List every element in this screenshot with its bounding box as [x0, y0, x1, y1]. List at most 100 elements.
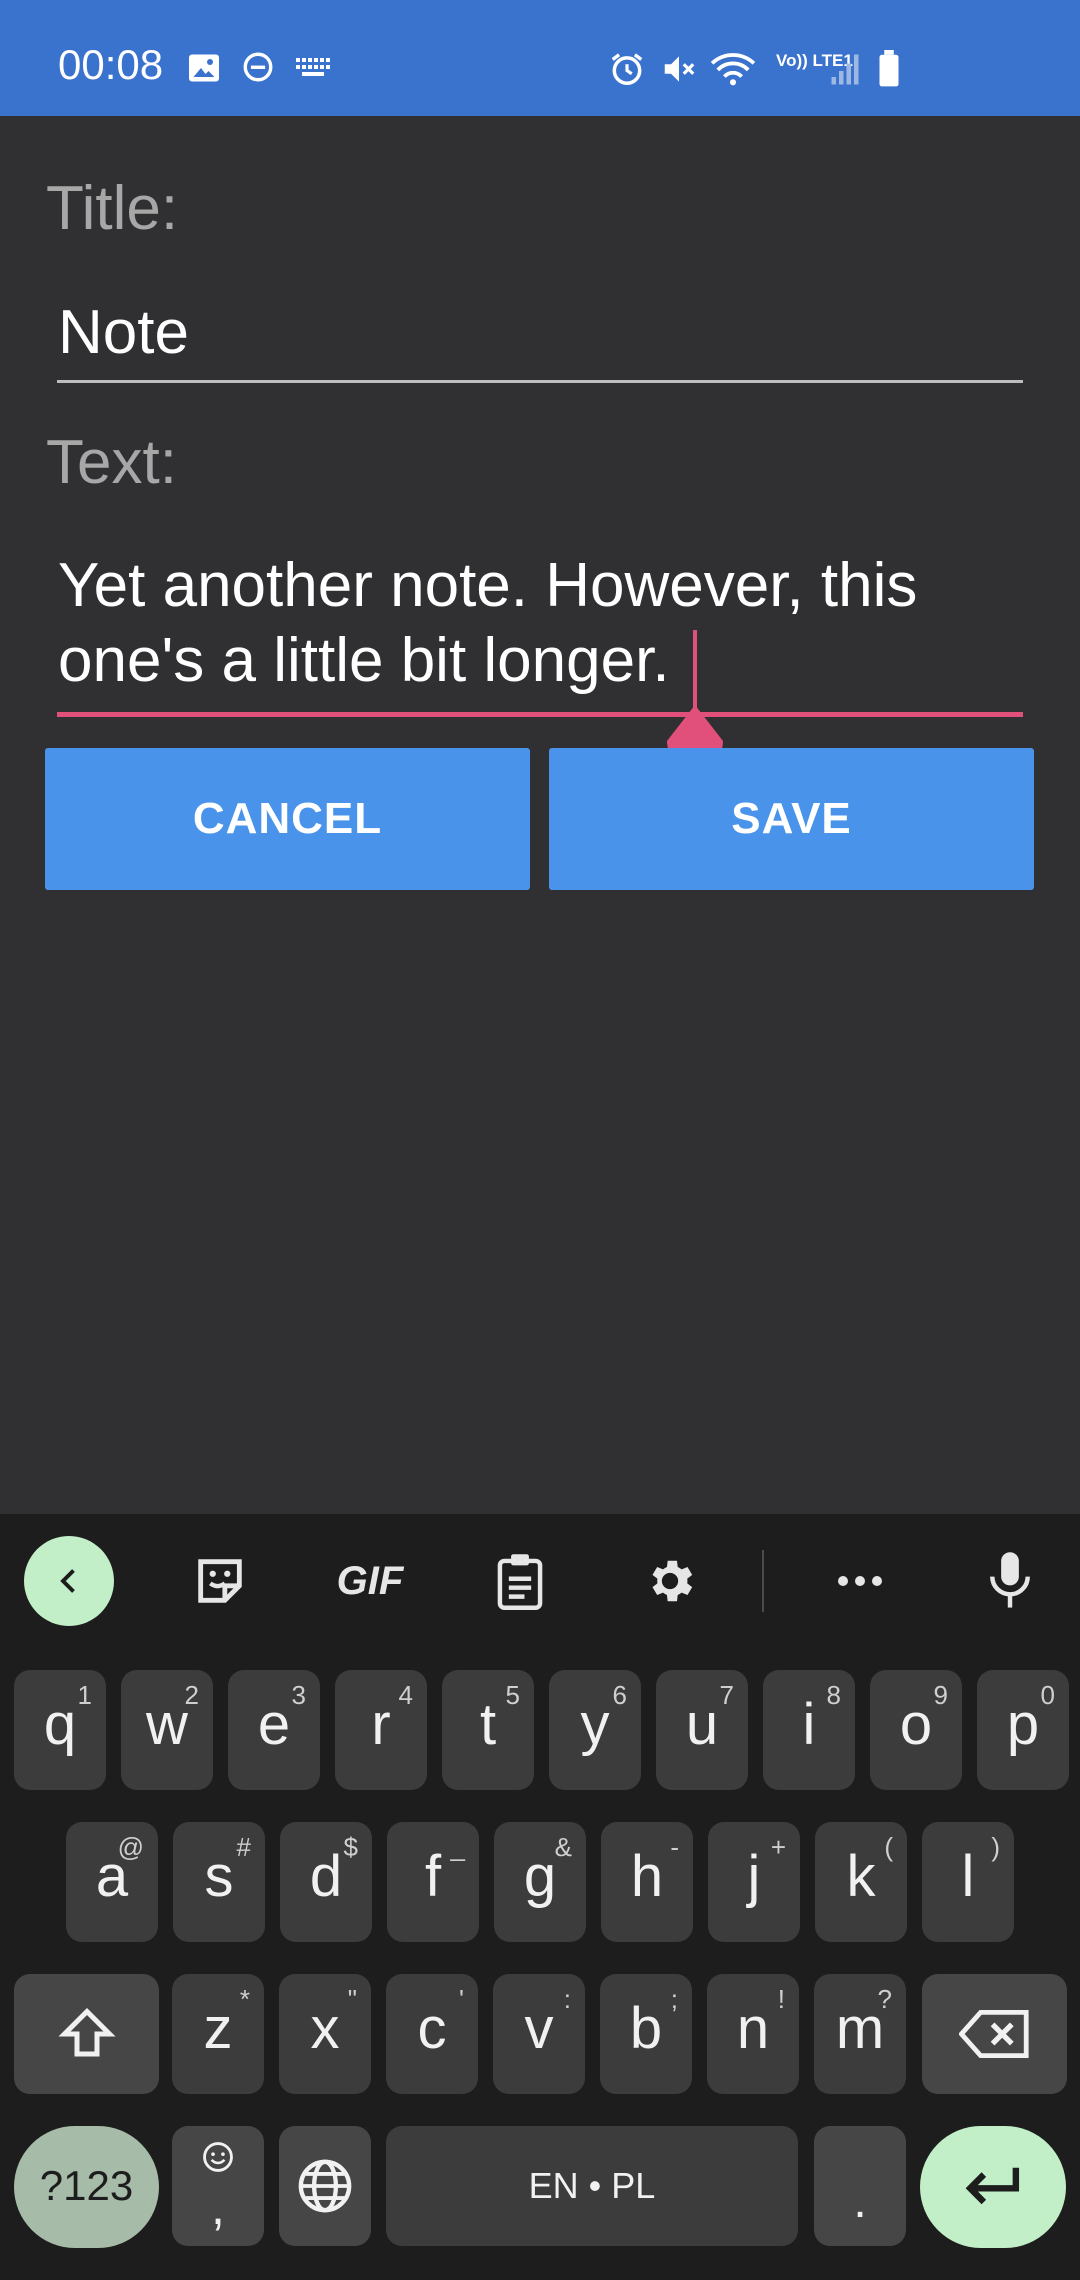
- enter-icon: [920, 2126, 1066, 2246]
- globe-key[interactable]: [279, 2126, 371, 2246]
- key-hint: @: [117, 1832, 144, 1862]
- key-y[interactable]: y6: [549, 1670, 641, 1790]
- key-d[interactable]: d $: [280, 1822, 372, 1942]
- signal-icon: [830, 50, 860, 86]
- key-label: i: [802, 1692, 816, 1757]
- key-o[interactable]: o9: [870, 1670, 962, 1790]
- key-hint: 1: [77, 1680, 92, 1710]
- key-hint: (: [884, 1832, 893, 1862]
- key-u[interactable]: u7: [656, 1670, 748, 1790]
- key-j[interactable]: j +: [708, 1822, 800, 1942]
- clipboard-icon[interactable]: [480, 1536, 560, 1626]
- dnd-icon: [241, 50, 275, 84]
- key-i[interactable]: i8: [763, 1670, 855, 1790]
- key-hint: 9: [933, 1680, 948, 1710]
- key-label: t: [479, 1692, 497, 1757]
- image-icon: [186, 50, 222, 86]
- key-label: q: [43, 1692, 77, 1757]
- key-e[interactable]: e3: [228, 1670, 320, 1790]
- key-hint: 2: [184, 1680, 199, 1710]
- key-hint: $: [343, 1832, 358, 1862]
- key-a[interactable]: a @: [66, 1822, 158, 1942]
- text-input[interactable]: Yet another note. However, this one's a …: [58, 548, 1038, 698]
- cancel-button[interactable]: CANCEL: [45, 748, 530, 890]
- key-w[interactable]: w2: [121, 1670, 213, 1790]
- key-p[interactable]: p0: [977, 1670, 1069, 1790]
- key-n[interactable]: n!: [707, 1974, 799, 2094]
- key-f[interactable]: f _: [387, 1822, 479, 1942]
- key-m[interactable]: m?: [814, 1974, 906, 2094]
- title-input[interactable]: Note: [58, 302, 189, 364]
- key-hint: 4: [398, 1680, 413, 1710]
- key-hint: 8: [826, 1680, 841, 1710]
- enter-key[interactable]: [920, 2126, 1066, 2248]
- save-button[interactable]: SAVE: [549, 748, 1034, 890]
- status-bar: 00:08 Vo)) LTE1: [0, 0, 1080, 116]
- key-s[interactable]: s #: [173, 1822, 265, 1942]
- key-x[interactable]: x ": [279, 1974, 371, 2094]
- mic-icon[interactable]: [970, 1536, 1050, 1626]
- title-label: Title:: [46, 174, 179, 243]
- toolbar-separator: [762, 1550, 764, 1612]
- alarm-icon: [608, 50, 646, 88]
- status-time: 00:08: [58, 41, 164, 88]
- key-hint: -: [670, 1832, 679, 1862]
- title-underline: [57, 380, 1023, 383]
- key-k[interactable]: k(: [815, 1822, 907, 1942]
- sticker-icon[interactable]: [180, 1536, 260, 1626]
- key-label: g: [523, 1844, 557, 1909]
- backspace-key[interactable]: [922, 1974, 1067, 2094]
- key-label: j: [747, 1844, 761, 1909]
- emoji-comma-key[interactable]: ,: [172, 2126, 264, 2246]
- period-key[interactable]: .: [814, 2126, 906, 2246]
- key-label: u: [685, 1692, 719, 1757]
- key-z[interactable]: z *: [172, 1974, 264, 2094]
- key-label: c: [417, 1996, 447, 2061]
- key-b[interactable]: b;: [600, 1974, 692, 2094]
- battery-icon: [876, 50, 902, 88]
- key-label: f: [424, 1844, 442, 1909]
- key-c[interactable]: c ': [386, 1974, 478, 2094]
- mute-icon: [660, 50, 698, 88]
- key-v[interactable]: v:: [493, 1974, 585, 2094]
- gif-button[interactable]: GIF: [325, 1536, 415, 1626]
- key-label: d: [309, 1844, 343, 1909]
- key-label: w: [146, 1692, 188, 1757]
- key-hint: 7: [719, 1680, 734, 1710]
- key-hint: *: [239, 1984, 250, 2014]
- key-hint: ': [459, 1984, 464, 2014]
- key-label: y: [580, 1692, 610, 1757]
- key-label: l: [961, 1844, 975, 1909]
- text-underline: [57, 712, 1023, 717]
- key-r[interactable]: r4: [335, 1670, 427, 1790]
- key-label: r: [371, 1692, 391, 1757]
- key-label: a: [95, 1844, 129, 1909]
- key-label: n: [736, 1996, 770, 2061]
- settings-icon[interactable]: [630, 1536, 710, 1626]
- more-icon[interactable]: [820, 1536, 900, 1626]
- key-hint: :: [563, 1984, 571, 2014]
- comma-label: ,: [211, 2179, 225, 2235]
- key-hint: ": [347, 1984, 357, 2014]
- text-label: Text:: [46, 428, 177, 497]
- shift-key[interactable]: [14, 1974, 159, 2094]
- key-hint: #: [236, 1832, 251, 1862]
- key-l[interactable]: l): [922, 1822, 1014, 1942]
- key-label: p: [1006, 1692, 1040, 1757]
- symbols-key[interactable]: ?123: [14, 2126, 159, 2248]
- key-label: z: [203, 1996, 233, 2061]
- back-icon[interactable]: [24, 1536, 114, 1626]
- key-h[interactable]: h-: [601, 1822, 693, 1942]
- wifi-icon: [710, 50, 756, 88]
- text-cursor: [693, 630, 697, 708]
- space-key[interactable]: EN • PL: [386, 2126, 798, 2246]
- key-hint: !: [777, 1984, 785, 2014]
- key-label: v: [524, 1996, 554, 2061]
- key-label: h: [630, 1844, 664, 1909]
- key-q[interactable]: q1: [14, 1670, 106, 1790]
- emoji-icon: [172, 2140, 264, 2179]
- key-label: x: [310, 1996, 340, 2061]
- key-g[interactable]: g &: [494, 1822, 586, 1942]
- key-label: b: [629, 1996, 663, 2061]
- key-t[interactable]: t5: [442, 1670, 534, 1790]
